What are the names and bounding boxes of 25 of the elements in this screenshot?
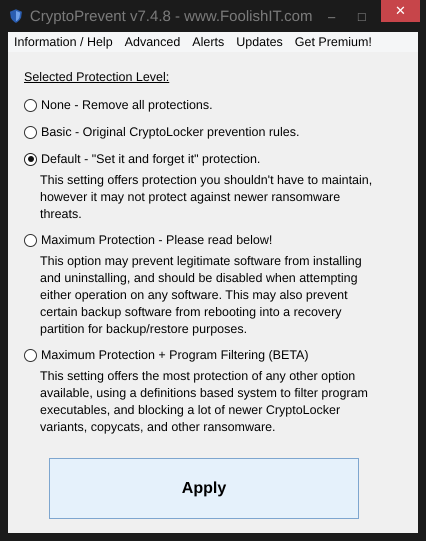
radio-button[interactable] [24, 234, 37, 246]
radio-button[interactable] [24, 98, 37, 112]
radio-option[interactable]: None - Remove all protections. [24, 94, 408, 115]
menu-item[interactable]: Information / Help [14, 35, 113, 49]
radio-option[interactable]: Maximum Protection + Program Filtering (BETA) [24, 344, 408, 365]
radio-option[interactable]: Basic - Original CryptoLocker prevention rules. [24, 121, 408, 142]
minimize-button[interactable]: – [320, 8, 343, 24]
close-button[interactable]: ✕ [380, 0, 420, 22]
radio-button[interactable] [24, 348, 37, 362]
radio-button[interactable] [24, 126, 37, 138]
menu-item[interactable]: Advanced [124, 35, 180, 49]
option-description: This setting offers the most protection of any other option available, using a definitions based system to filter program executables, and blocking a lot of newer CryptoLocker variants, copycats, and other ransomware. [40, 368, 369, 436]
radio-option[interactable]: Default - "Set it and forget it" protection. [24, 148, 408, 169]
shield-icon [10, 8, 22, 24]
option-description: This setting offers protection you shouldn't have to maintain, however it may not protect against newer ransomware threats. [40, 172, 374, 223]
radio-button[interactable] [24, 152, 37, 166]
menu-item[interactable]: Updates [236, 35, 283, 49]
radio-option[interactable]: Maximum Protection - Please read below! [24, 229, 408, 250]
menu-item[interactable]: Get Premium! [294, 35, 372, 49]
section-heading: Selected Protection Level: [24, 70, 170, 84]
option-description: This option may prevent legitimate software from installing and uninstalling, and should be disabled when attempting either operation on any software. This may also prevent certain backup software from rebooting into a recovery partition for backup/restore purposes. [40, 253, 363, 338]
maximize-button[interactable]: □ [350, 8, 373, 24]
window-title: CryptoPrevent v7.4.8 - www.FoolishIT.com [30, 8, 313, 24]
apply-button[interactable]: Apply [49, 458, 359, 519]
menu-item[interactable]: Alerts [192, 35, 224, 49]
